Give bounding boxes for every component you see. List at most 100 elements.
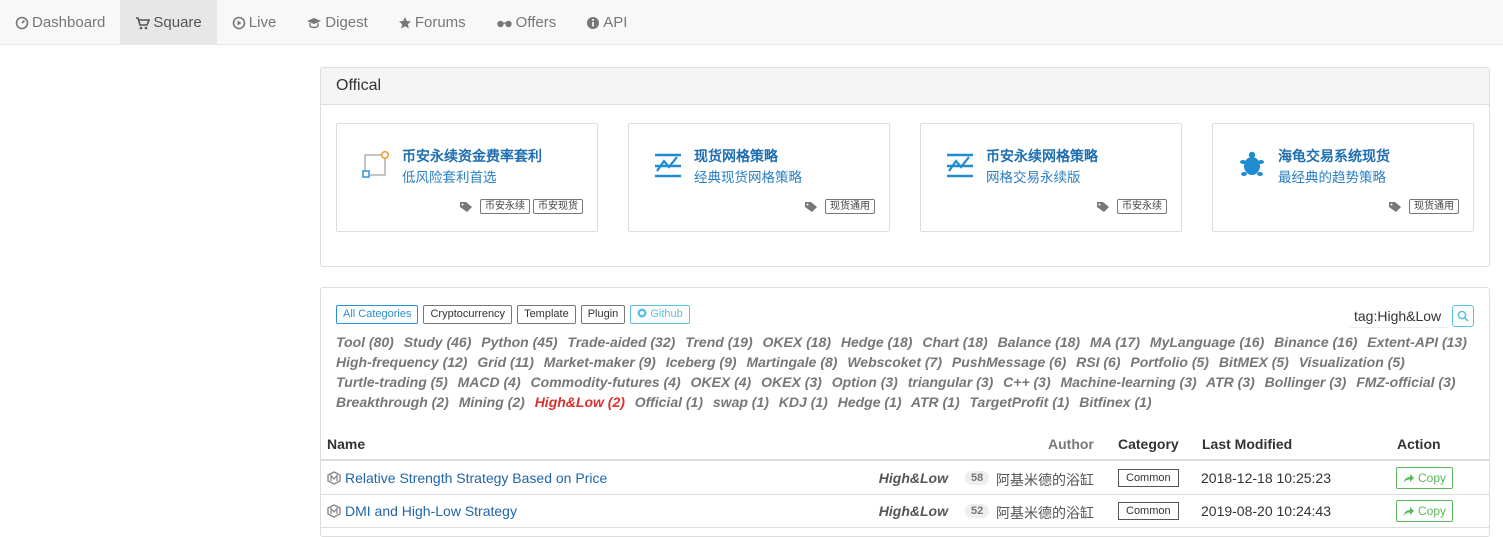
search-button[interactable] bbox=[1452, 305, 1474, 327]
column-author: Author bbox=[1048, 436, 1094, 452]
tag-link[interactable]: Portfolio (5) bbox=[1130, 354, 1209, 370]
tag-link[interactable]: High&Low (2) bbox=[535, 394, 625, 410]
turtle-icon bbox=[1240, 151, 1264, 176]
tag-link[interactable]: Balance (18) bbox=[998, 334, 1080, 350]
nav-digest-label: Digest bbox=[325, 14, 368, 31]
table-row: Relative Strength Strategy Based on Pric… bbox=[321, 462, 1489, 495]
strategy-link[interactable]: Relative Strength Strategy Based on Pric… bbox=[345, 470, 607, 486]
tag-link[interactable]: triangular (3) bbox=[908, 374, 994, 390]
tag-link[interactable]: Turtle-trading (5) bbox=[336, 374, 448, 390]
nav-api[interactable]: API bbox=[571, 0, 642, 45]
filter-template[interactable]: Template bbox=[517, 305, 576, 324]
card-title: 现货网格策略 bbox=[694, 148, 778, 164]
card-tags: 币安永续 bbox=[1096, 199, 1167, 214]
tag-link[interactable]: Trend (19) bbox=[685, 334, 752, 350]
tag-link[interactable]: KDJ (1) bbox=[779, 394, 828, 410]
tag-link[interactable]: Hedge (1) bbox=[838, 394, 902, 410]
share-arrow-icon bbox=[1404, 473, 1414, 483]
filter-github[interactable]: Github bbox=[630, 305, 690, 324]
tag-link[interactable]: OKEX (4) bbox=[691, 374, 752, 390]
copy-label: Copy bbox=[1418, 504, 1447, 518]
tag-link[interactable]: Webscoket (7) bbox=[847, 354, 942, 370]
tag-link[interactable]: Iceberg (9) bbox=[666, 354, 737, 370]
tag-link[interactable]: Commodity-futures (4) bbox=[531, 374, 681, 390]
card-tag[interactable]: 币安永续 bbox=[480, 199, 530, 214]
tag-link[interactable]: Visualization (5) bbox=[1299, 354, 1405, 370]
last-modified: 2018-12-18 10:25:23 bbox=[1201, 470, 1331, 486]
tag-link[interactable]: Option (3) bbox=[832, 374, 898, 390]
nav-offers[interactable]: Offers bbox=[481, 0, 572, 45]
tag-link[interactable]: ATR (1) bbox=[911, 394, 960, 410]
cart-icon bbox=[136, 16, 151, 29]
nav-forums-label: Forums bbox=[414, 14, 466, 31]
card-tag[interactable]: 现货通用 bbox=[825, 199, 875, 214]
nav-dashboard-label: Dashboard bbox=[32, 14, 106, 31]
tag-link[interactable]: Mining (2) bbox=[459, 394, 525, 410]
tag-link[interactable]: C++ (3) bbox=[1003, 374, 1050, 390]
author-name[interactable]: 阿基米德的浴缸 bbox=[996, 470, 1094, 490]
tag-link[interactable]: Bollinger (3) bbox=[1265, 374, 1347, 390]
tag-link[interactable]: Market-maker (9) bbox=[544, 354, 656, 370]
tag-link[interactable]: swap (1) bbox=[713, 394, 769, 410]
strategy-tag[interactable]: High&Low bbox=[879, 470, 948, 486]
nav-forums[interactable]: Forums bbox=[383, 0, 481, 45]
tag-link[interactable]: OKEX (18) bbox=[763, 334, 831, 350]
nav-live-label: Live bbox=[248, 14, 277, 31]
tag-link[interactable]: Official (1) bbox=[635, 394, 703, 410]
category-filters: All Categories Cryptocurrency Template P… bbox=[336, 305, 690, 324]
nav-live[interactable]: Live bbox=[217, 0, 292, 45]
star-count-badge: 52 bbox=[965, 504, 990, 518]
tag-link[interactable]: ATR (3) bbox=[1206, 374, 1255, 390]
tag-link[interactable]: MACD (4) bbox=[458, 374, 521, 390]
tag-link[interactable]: Breakthrough (2) bbox=[336, 394, 449, 410]
glasses-icon bbox=[496, 20, 512, 27]
official-card[interactable]: 币安永续网格策略 网格交易永续版 币安永续 bbox=[920, 123, 1182, 232]
tag-link[interactable]: Trade-aided (32) bbox=[567, 334, 675, 350]
tag-link[interactable]: Martingale (8) bbox=[746, 354, 837, 370]
card-subtitle: 低风险套利首选 bbox=[402, 170, 497, 185]
tag-link[interactable]: Hedge (18) bbox=[841, 334, 913, 350]
search-input[interactable] bbox=[1350, 304, 1448, 328]
official-card[interactable]: 现货网格策略 经典现货网格策略 现货通用 bbox=[628, 123, 890, 232]
tag-link[interactable]: TargetProfit (1) bbox=[970, 394, 1070, 410]
tag-link[interactable]: MA (17) bbox=[1090, 334, 1140, 350]
filter-all-categories[interactable]: All Categories bbox=[336, 305, 419, 324]
tag-link[interactable]: Binance (16) bbox=[1274, 334, 1357, 350]
card-tags: 现货通用 bbox=[1388, 199, 1459, 214]
tag-link[interactable]: RSI (6) bbox=[1076, 354, 1120, 370]
tag-link[interactable]: Grid (11) bbox=[477, 354, 534, 370]
tag-link[interactable]: Bitfinex (1) bbox=[1079, 394, 1151, 410]
official-panel-title: Offical bbox=[321, 68, 1489, 105]
author-name[interactable]: 阿基米德的浴缸 bbox=[996, 503, 1094, 523]
tag-link[interactable]: BitMEX (5) bbox=[1219, 354, 1289, 370]
nav-offers-label: Offers bbox=[515, 14, 557, 31]
card-subtitle: 最经典的趋势策略 bbox=[1278, 170, 1386, 185]
nav-digest[interactable]: Digest bbox=[291, 0, 383, 45]
tag-link[interactable]: High-frequency (12) bbox=[336, 354, 467, 370]
copy-button[interactable]: Copy bbox=[1396, 500, 1454, 522]
tag-link[interactable]: Chart (18) bbox=[922, 334, 987, 350]
tag-link[interactable]: Machine-learning (3) bbox=[1061, 374, 1197, 390]
tag-link[interactable]: MyLanguage (16) bbox=[1150, 334, 1264, 350]
official-card[interactable]: 海龟交易系统现货 最经典的趋势策略 现货通用 bbox=[1212, 123, 1474, 232]
strategy-tag[interactable]: High&Low bbox=[879, 503, 948, 519]
copy-button[interactable]: Copy bbox=[1396, 467, 1454, 489]
tag-link[interactable]: OKEX (3) bbox=[761, 374, 822, 390]
filter-plugin[interactable]: Plugin bbox=[580, 305, 626, 324]
filter-cryptocurrency[interactable]: Cryptocurrency bbox=[423, 305, 513, 324]
nav-dashboard[interactable]: Dashboard bbox=[0, 0, 120, 45]
card-tag[interactable]: 币安现货 bbox=[533, 199, 583, 214]
tag-link[interactable]: Python (45) bbox=[481, 334, 557, 350]
column-last-modified: Last Modified bbox=[1202, 436, 1293, 452]
card-tag[interactable]: 现货通用 bbox=[1409, 199, 1459, 214]
tag-link[interactable]: PushMessage (6) bbox=[952, 354, 1066, 370]
tag-link[interactable]: Study (46) bbox=[404, 334, 472, 350]
card-tag[interactable]: 币安永续 bbox=[1117, 199, 1167, 214]
strategy-link[interactable]: DMI and High-Low Strategy bbox=[345, 503, 517, 519]
tag-link[interactable]: Tool (80) bbox=[336, 334, 394, 350]
card-tags: 现货通用 bbox=[804, 199, 875, 214]
tag-link[interactable]: FMZ-official (3) bbox=[1356, 374, 1455, 390]
official-card[interactable]: 币安永续资金费率套利 低风险套利首选 币安永续 币安现货 bbox=[336, 123, 598, 232]
nav-square[interactable]: Square bbox=[120, 0, 217, 45]
tag-link[interactable]: Extent-API (13) bbox=[1367, 334, 1467, 350]
